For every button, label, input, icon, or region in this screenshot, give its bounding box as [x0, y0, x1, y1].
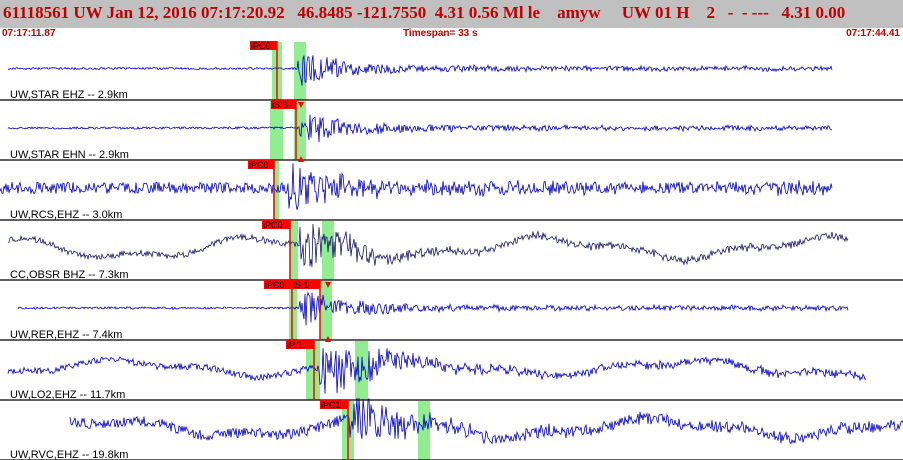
seismic-waveform [7, 223, 849, 267]
station-label: UW,LO2,EHZ -- 11.7km [10, 389, 125, 401]
seismic-waveform [69, 397, 903, 445]
pick-label: iP 1 [287, 340, 302, 350]
station-label: CC,OBSR BHZ -- 7.3km [10, 269, 129, 281]
seismogram-traces-panel[interactable]: iPC0 UW,STAR EHZ -- 2.9km iS 0 UW,STAR EHN … [0, 0, 903, 460]
station-label: UW,STAR EHZ -- 2.9km [10, 89, 128, 101]
pick-window-band [290, 221, 298, 280]
pick-label: iS 0 [272, 100, 288, 110]
pick-label: iPC0 [265, 280, 285, 290]
seismic-waveform [0, 163, 833, 210]
pick-window-band [320, 281, 332, 340]
station-label: UW,RCS,EHZ -- 3.0km [10, 209, 122, 221]
pick-label: iPC1 [321, 400, 341, 410]
station-label: UW,RER,EHZ -- 7.4km [10, 329, 122, 341]
pick-label: iS 1 [293, 280, 309, 290]
pick-window-band [418, 401, 430, 460]
seismic-waveform [7, 348, 867, 394]
pick-label: iPC0 [249, 160, 269, 170]
pick-label: iPC0 [263, 220, 283, 230]
pick-label: iPC0 [251, 41, 271, 51]
station-label: UW,STAR EHN -- 2.9km [10, 149, 129, 161]
seismic-waveform [17, 291, 849, 326]
seismic-waveform [7, 114, 833, 143]
station-label: UW,RVC,EHZ -- 19.8km [10, 449, 128, 460]
seismic-waveform [7, 55, 833, 86]
